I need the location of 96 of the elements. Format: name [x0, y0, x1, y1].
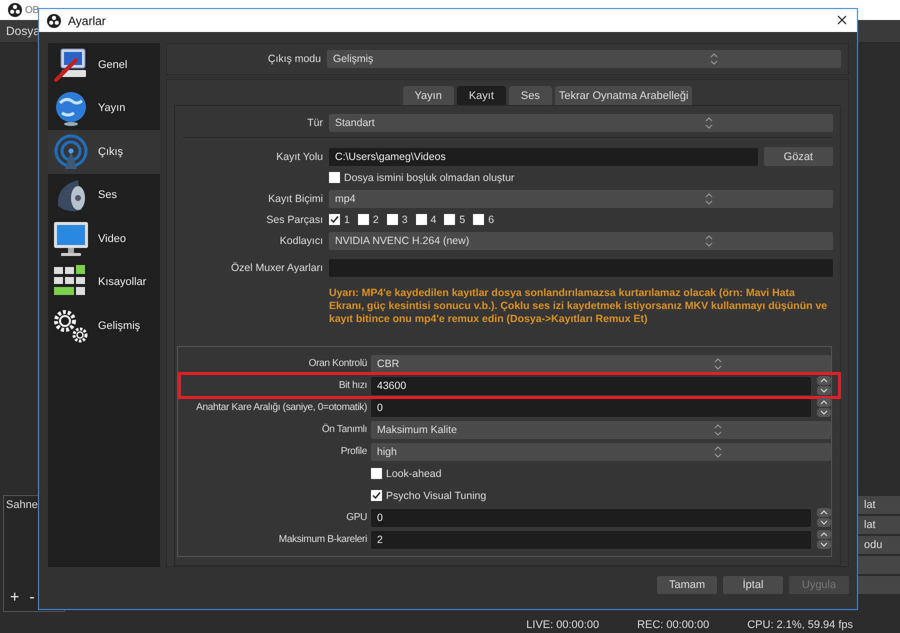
field-label: Profile [340, 446, 368, 457]
spin-up-button[interactable] [817, 530, 831, 539]
field-label: GPU [345, 512, 368, 523]
sidebar-item[interactable]: Video [48, 217, 160, 260]
caret-up-icon [820, 532, 828, 537]
spin-down-button[interactable] [817, 386, 831, 395]
sidebar-item[interactable]: Yayın [48, 86, 160, 130]
checkbox-label: Look-ahead [386, 468, 442, 480]
control-button[interactable]: odu [858, 536, 900, 554]
field-label: Kayıt Yolu [275, 150, 324, 162]
updown-arrow-icon [714, 358, 722, 370]
spin-up-button[interactable] [817, 398, 831, 407]
tab[interactable]: Ses [508, 86, 552, 105]
sidebar-item[interactable]: Gelişmiş [48, 304, 160, 348]
checkbox-label: 2 [372, 214, 379, 226]
field-label: Özel Muxer Ayarları [230, 262, 324, 274]
caret-down-icon [820, 388, 828, 393]
field-label: Bit hızı [338, 380, 368, 391]
field-label: Ses Parçası [265, 214, 324, 226]
dropdown[interactable]: mp4 [329, 190, 833, 208]
updown-arrow-icon [714, 424, 722, 436]
number-field[interactable]: 43600 [371, 376, 811, 394]
checkbox-label: 4 [430, 214, 436, 226]
updown-arrow-icon [714, 446, 722, 458]
caret-up-icon [820, 378, 828, 383]
gears-icon [54, 310, 88, 342]
field-label: Ön Tanımlı [320, 424, 368, 435]
sidebar-item[interactable]: Kısayollar [48, 260, 160, 304]
dialog-title: Ayarlar [68, 14, 107, 28]
caret-up-icon [820, 510, 828, 515]
spin-up-button[interactable] [817, 508, 831, 517]
sidebar-item[interactable]: Ses [48, 174, 160, 217]
field-label: Tür [306, 116, 324, 128]
dropdown[interactable]: Maksimum Kalite [371, 420, 831, 438]
checkbox-label: 5 [459, 214, 466, 226]
monitor-wrench-icon [54, 48, 86, 82]
number-field[interactable]: 0 [371, 398, 811, 416]
text-field[interactable] [329, 258, 833, 276]
dropdown[interactable]: CBR [371, 354, 831, 372]
updown-arrow-icon [704, 234, 712, 246]
checkbox-label: Dosya ismini boşluk olmadan oluştur [344, 172, 514, 184]
dropdown[interactable]: Gelişmiş [327, 50, 841, 68]
field-label: Oran Kontrolü [308, 358, 368, 369]
keyboard-icon [54, 265, 85, 296]
path-field[interactable]: C:\Users\gameg\Videos [329, 148, 758, 166]
updown-arrow-icon [704, 192, 712, 204]
dialog-logo-icon [47, 14, 61, 28]
caret-up-icon [820, 400, 828, 405]
speaker-icon [58, 180, 85, 212]
checkbox-label: Psycho Visual Tuning [386, 490, 486, 502]
caret-down-icon [820, 410, 828, 415]
checkbox-label: 6 [488, 214, 494, 226]
dropdown[interactable]: Standart [329, 114, 833, 132]
updown-arrow-icon [704, 116, 712, 128]
checkbox-label: 3 [402, 214, 408, 226]
field-label: Anahtar Kare Aralığı (saniye, 0=otomatik) [195, 402, 368, 413]
panel-title: Sahne [5, 498, 39, 513]
dialog-button[interactable]: İptal [723, 576, 783, 594]
tab[interactable]: Tekrar Oynatma Arabelleği [554, 86, 692, 105]
status-text: REC: 00:00:00 [637, 619, 710, 631]
field-label: Maksimum B-kareleri [278, 534, 368, 545]
status-text: CPU: 2.1%, 59.94 fps [747, 619, 853, 631]
updown-arrow-icon [710, 53, 718, 65]
sidebar-item[interactable]: Genel [48, 43, 160, 86]
caret-down-icon [820, 542, 828, 547]
spin-down-button[interactable] [817, 540, 831, 549]
globe-icon [56, 92, 86, 126]
spin-up-button[interactable] [817, 376, 831, 385]
field-label: Kodlayıcı [278, 234, 324, 246]
field-label: Kayıt Biçimi [267, 192, 324, 204]
number-field[interactable]: 2 [371, 530, 811, 548]
browse-button[interactable]: Gözat [764, 147, 833, 166]
checkbox[interactable] [371, 490, 382, 501]
sidebar-item[interactable]: Çıkış [48, 130, 160, 174]
dropdown[interactable]: high [371, 442, 831, 460]
toolbar-button[interactable]: + [8, 589, 22, 607]
toolbar-button[interactable]: - [27, 589, 37, 607]
app-logo-icon [8, 3, 22, 17]
monitor-icon [54, 222, 88, 256]
close-icon [837, 14, 847, 24]
spin-down-button[interactable] [817, 518, 831, 527]
control-button[interactable]: lat [858, 496, 900, 514]
number-field[interactable]: 0 [371, 508, 811, 526]
dropdown[interactable]: NVIDIA NVENC H.264 (new) [329, 232, 833, 250]
dialog-button[interactable]: Tamam [657, 576, 717, 594]
status-text: LIVE: 00:00:00 [526, 619, 600, 631]
tab[interactable]: Kayıt [456, 86, 506, 105]
caret-down-icon [820, 520, 828, 525]
field-label: Çıkış modu [266, 53, 322, 65]
antenna-icon [54, 134, 88, 169]
warning-text: Uyarı: MP4'e kaydedilen kayıtlar dosya sonlandırılamazsa kurtarılamaz olacak (örn: Mavi Hata Ekranı, güç kesintisi sonucu v.b.). Çoklu ses izi kaydetmek istiyorsanız MKV kullanmayı düşünün ve kayıt bitince onu mp4'e remux edin (Dosya->Kayıtları Remux Et) [328, 286, 828, 326]
spin-down-button[interactable] [817, 408, 831, 417]
checkbox[interactable] [329, 214, 340, 225]
tab[interactable]: Yayın [402, 86, 454, 105]
control-button[interactable]: lat [858, 516, 900, 534]
checkbox-label: 1 [344, 214, 350, 226]
